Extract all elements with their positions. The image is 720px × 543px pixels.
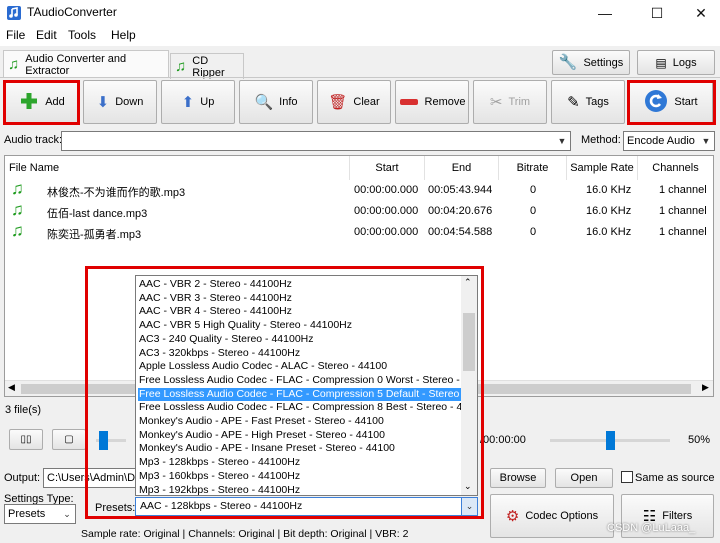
app-icon <box>6 5 22 21</box>
log-icon: ▤ <box>655 55 667 70</box>
codec-options-button[interactable]: ⚙ Codec Options <box>490 494 614 538</box>
music-note-icon: ♫ <box>175 58 187 75</box>
window-title: TAudioConverter <box>27 5 117 19</box>
column-start[interactable]: Start <box>350 156 425 180</box>
audio-track-select[interactable]: ▼ <box>61 131 571 151</box>
minus-icon <box>399 95 419 110</box>
column-end[interactable]: End <box>425 156 499 180</box>
gear-wrench-icon: ⚙ <box>505 507 520 525</box>
scroll-left-icon[interactable]: ◀ <box>8 382 15 393</box>
tab-label: CD Ripper <box>192 54 225 79</box>
watermark: CSDN @LuLaaa_ <box>607 522 696 534</box>
status-text: Sample rate: Original | Channels: Origin… <box>81 528 409 540</box>
add-highlight <box>3 80 80 125</box>
down-button[interactable]: ⬇ Down <box>83 80 157 124</box>
browse-button[interactable]: Browse <box>490 468 546 488</box>
wrench-icon: 🔧 <box>558 54 578 71</box>
pause-button[interactable]: ▯▯ <box>9 429 43 450</box>
file-count: 3 file(s) <box>5 404 42 416</box>
title-bar: TAudioConverter — ☐ ✕ <box>0 0 720 26</box>
tags-button[interactable]: ✎ Tags <box>551 80 625 124</box>
pause-icon: ▯▯ <box>20 434 32 445</box>
stop-icon: ▢ <box>64 434 74 445</box>
music-note-icon: ♫ <box>11 200 24 219</box>
scissors-icon: ✂ <box>489 93 503 111</box>
audio-track-label: Audio track: <box>4 134 63 146</box>
same-as-source-checkbox[interactable] <box>621 471 633 483</box>
same-as-source-label: Same as source <box>635 472 715 484</box>
menu-file[interactable]: File <box>6 28 25 42</box>
menu-help[interactable]: Help <box>111 28 136 42</box>
remove-button[interactable]: Remove <box>395 80 469 124</box>
maximize-button[interactable]: ☐ <box>634 0 680 26</box>
trash-icon: 🗑 <box>328 93 348 111</box>
tab-cd-ripper[interactable]: ♫ CD Ripper <box>170 53 244 79</box>
method-label: Method: <box>581 134 621 146</box>
close-button[interactable]: ✕ <box>678 0 720 26</box>
menu-tools[interactable]: Tools <box>68 28 96 42</box>
info-button[interactable]: 🔍 Info <box>239 80 313 124</box>
presets-highlight <box>85 266 484 519</box>
music-note-icon: ♫ <box>8 56 20 73</box>
tab-divider <box>0 77 720 78</box>
table-row[interactable]: ♫ 林俊杰-不为谁而作的歌.mp3 00:00:00.000 00:05:43.… <box>5 179 713 201</box>
playback-time: /00:00:00 <box>480 434 526 446</box>
stop-button[interactable]: ▢ <box>52 429 86 450</box>
column-file-name[interactable]: File Name <box>5 156 350 180</box>
logs-button[interactable]: ▤ Logs <box>637 50 715 75</box>
chevron-down-icon: ▼ <box>701 136 711 146</box>
clear-button[interactable]: 🗑 Clear <box>317 80 391 124</box>
trim-button: ✂ Trim <box>473 80 547 124</box>
volume-thumb[interactable] <box>606 431 615 450</box>
magnifier-icon: 🔍 <box>254 93 274 111</box>
arrow-down-icon: ⬇ <box>96 93 110 111</box>
music-note-icon: ♫ <box>11 179 24 198</box>
open-button[interactable]: Open <box>555 468 613 488</box>
column-sample-rate[interactable]: Sample Rate <box>567 156 638 180</box>
column-bitrate[interactable]: Bitrate <box>499 156 567 180</box>
column-channels[interactable]: Channels <box>638 156 713 180</box>
tab-audio-converter[interactable]: ♫ Audio Converter and Extractor <box>3 50 169 78</box>
chevron-down-icon: ▼ <box>557 136 567 146</box>
music-note-icon: ♫ <box>11 221 24 240</box>
scroll-right-icon[interactable]: ▶ <box>702 382 709 393</box>
tab-label: Audio Converter and Extractor <box>25 52 127 77</box>
settings-type-select[interactable]: Presets ⌄ <box>4 504 76 524</box>
output-label: Output: <box>4 472 41 484</box>
pencil-icon: ✎ <box>567 93 580 111</box>
up-button[interactable]: ⬆ Up <box>161 80 235 124</box>
settings-button[interactable]: 🔧 Settings <box>552 50 630 75</box>
menu-edit[interactable]: Edit <box>36 28 57 42</box>
volume-percent: 50% <box>688 434 711 446</box>
arrow-up-icon: ⬆ <box>181 93 195 111</box>
start-highlight <box>627 80 716 125</box>
table-row[interactable]: ♫ 陈奕迅-孤勇者.mp3 00:00:00.000 00:04:54.588 … <box>5 221 713 243</box>
chevron-down-icon: ⌄ <box>63 508 71 519</box>
menu-bar: File Edit Tools Help <box>0 26 720 46</box>
method-select[interactable]: Encode Audio ▼ <box>623 131 715 151</box>
table-row[interactable]: ♫ 伍佰-last dance.mp3 00:00:00.000 00:04:2… <box>5 200 713 222</box>
minimize-button[interactable]: — <box>582 0 628 26</box>
